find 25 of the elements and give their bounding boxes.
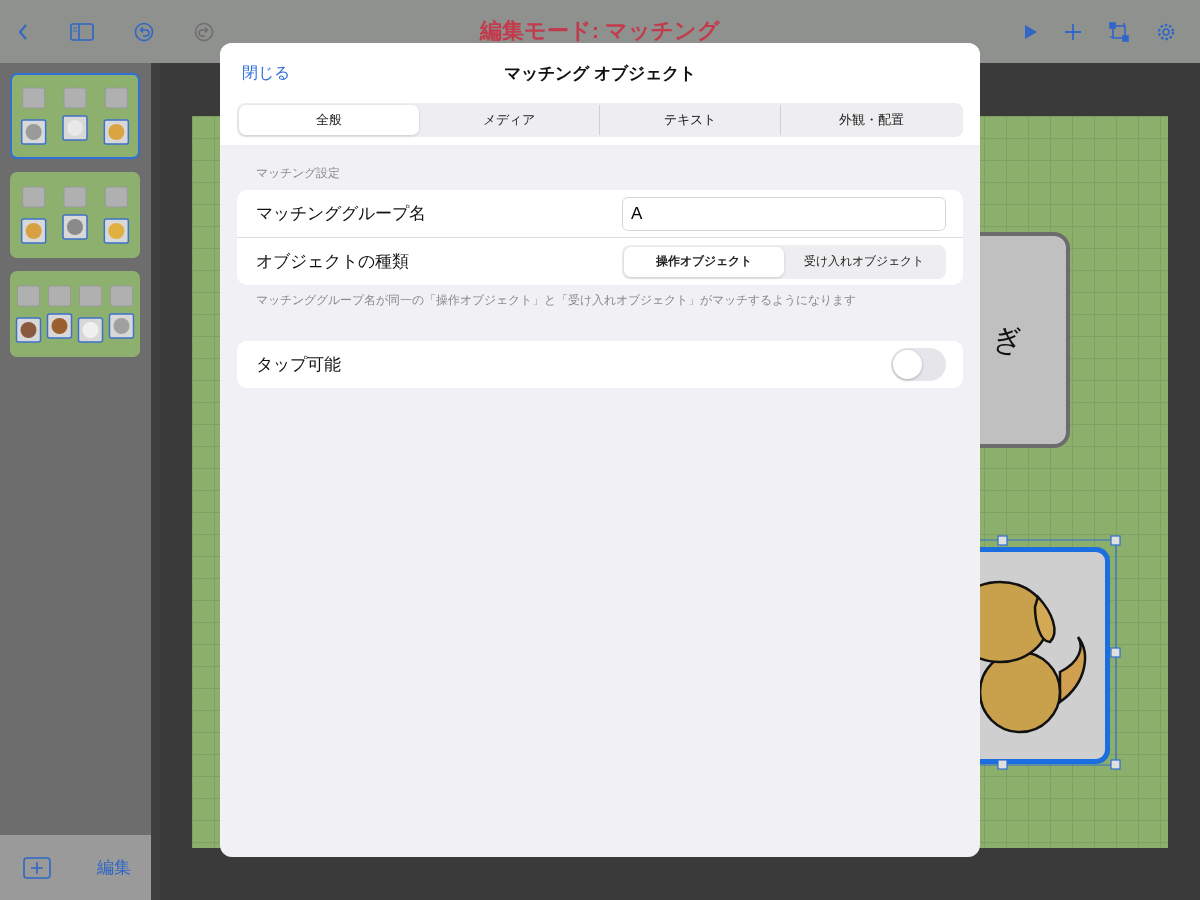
toggle-switch[interactable] xyxy=(891,348,946,381)
tab[interactable]: テキスト xyxy=(599,105,780,135)
settings-icon[interactable] xyxy=(1156,21,1176,42)
undo-icon[interactable] xyxy=(134,21,154,42)
sidebar-icon[interactable] xyxy=(70,22,94,41)
tab[interactable]: メディア xyxy=(419,105,599,135)
mode-title: 編集モード: マッチング xyxy=(479,17,721,45)
plus-icon[interactable] xyxy=(1064,22,1082,41)
footnote: マッチンググループ名が同一の「操作オブジェクト」と「受け入れオブジェクト」がマッチするようになります xyxy=(255,293,857,309)
add-slide-icon[interactable] xyxy=(23,856,51,879)
crop-icon[interactable] xyxy=(1108,20,1130,43)
toggle-label: タップ可能 xyxy=(256,354,341,376)
close-link[interactable]: 閉じる xyxy=(237,62,290,84)
field-label: オブジェクトの種類 xyxy=(256,251,409,273)
selection-frame[interactable] xyxy=(980,535,1122,771)
tab[interactable]: 外観・配置 xyxy=(780,105,961,135)
tab[interactable]: 全般 xyxy=(239,105,419,135)
word-card[interactable]: ぎ xyxy=(980,232,1070,448)
dialog-title: マッチング オブジェクト xyxy=(504,62,696,85)
field-label: マッチンググループ名 xyxy=(256,203,426,225)
segment-option[interactable]: 操作オブジェクト xyxy=(624,246,784,277)
segment-option[interactable]: 受け入れオブジェクト xyxy=(784,246,944,277)
play-icon[interactable] xyxy=(1024,23,1038,40)
section-header: マッチング設定 xyxy=(255,165,341,182)
group-name-field[interactable]: A xyxy=(622,196,946,231)
